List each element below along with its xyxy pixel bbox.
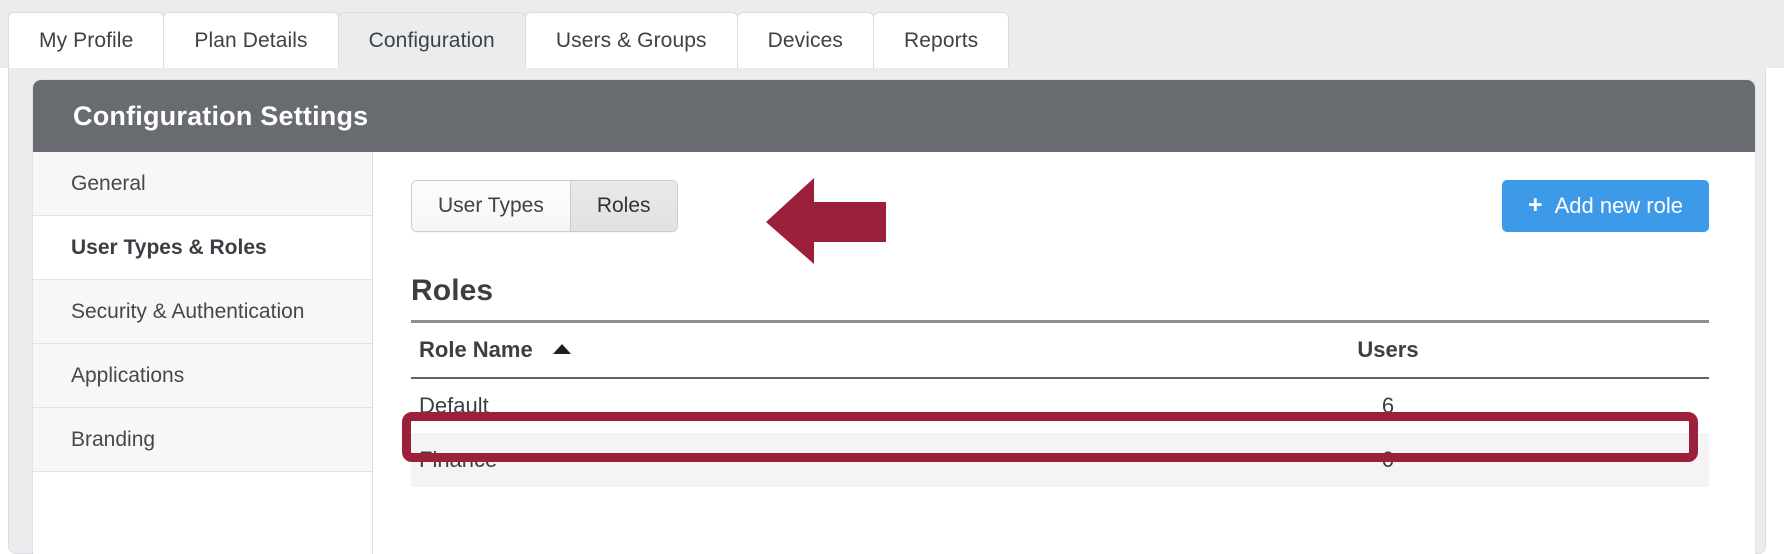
sidebar-item-label: Branding — [71, 427, 156, 451]
sidebar-item-user-types-and-roles[interactable]: User Types & Roles — [33, 216, 372, 280]
card-body: General User Types & Roles Security & Au… — [33, 152, 1755, 554]
add-new-role-label: Add new role — [1554, 193, 1683, 218]
sidebar-item-general[interactable]: General — [33, 152, 372, 216]
caret-up-icon — [552, 344, 571, 355]
toggle-user-types[interactable]: User Types — [412, 181, 571, 231]
tab-plan-details[interactable]: Plan Details — [163, 12, 339, 68]
cell-users-count: 6 — [1069, 378, 1709, 433]
roles-content-panel: User Types Roles + Add new role Roles Ro… — [373, 152, 1755, 554]
page-shell: Configuration Settings General User Type… — [8, 68, 1766, 554]
column-header-users[interactable]: Users — [1069, 323, 1709, 379]
toggle-roles[interactable]: Roles — [570, 181, 677, 231]
table-row[interactable]: Default 6 — [411, 378, 1709, 433]
sidebar-item-branding[interactable]: Branding — [33, 408, 372, 472]
tab-list: My Profile Plan Details Configuration Us… — [8, 6, 1010, 68]
sidebar-item-security-and-authentication[interactable]: Security & Authentication — [33, 280, 372, 344]
sidebar-item-label: Security & Authentication — [71, 299, 305, 323]
roles-table-body: Default 6 Finance 0 — [411, 378, 1709, 487]
tab-my-profile[interactable]: My Profile — [8, 12, 165, 68]
tab-configuration[interactable]: Configuration — [337, 12, 526, 68]
column-header-role-name[interactable]: Role Name — [411, 323, 1069, 379]
add-new-role-button[interactable]: + Add new role — [1501, 180, 1709, 232]
roles-table: Role Name Users Default 6 Finance 0 — [411, 323, 1709, 487]
cell-role-name: Finance — [411, 433, 1069, 487]
configuration-settings-card: Configuration Settings General User Type… — [33, 80, 1755, 554]
roles-table-head: Role Name Users — [411, 323, 1709, 379]
sidebar-item-label: General — [71, 171, 146, 195]
content-toolbar: User Types Roles + Add new role — [411, 180, 1709, 232]
cell-users-count: 0 — [1069, 433, 1709, 487]
settings-sidebar: General User Types & Roles Security & Au… — [33, 152, 373, 554]
column-header-label: Role Name — [419, 337, 533, 362]
column-header-label: Users — [1357, 337, 1419, 362]
sidebar-item-applications[interactable]: Applications — [33, 344, 372, 408]
tab-reports[interactable]: Reports — [873, 12, 1010, 68]
section-title: Roles — [411, 274, 494, 307]
sidebar-item-label: User Types & Roles — [71, 235, 267, 259]
table-row[interactable]: Finance 0 — [411, 433, 1709, 487]
card-header: Configuration Settings — [33, 80, 1755, 152]
sidebar-item-label: Applications — [71, 363, 185, 387]
tab-devices[interactable]: Devices — [736, 12, 875, 68]
tab-strip: My Profile Plan Details Configuration Us… — [0, 0, 1784, 68]
plus-icon: + — [1527, 190, 1543, 219]
user-types-roles-toggle-group: User Types Roles — [411, 180, 678, 232]
page-title: Configuration Settings — [73, 100, 369, 131]
cell-role-name: Default — [411, 378, 1069, 433]
table-header-row: Role Name Users — [411, 323, 1709, 379]
tab-users-and-groups[interactable]: Users & Groups — [524, 12, 738, 68]
